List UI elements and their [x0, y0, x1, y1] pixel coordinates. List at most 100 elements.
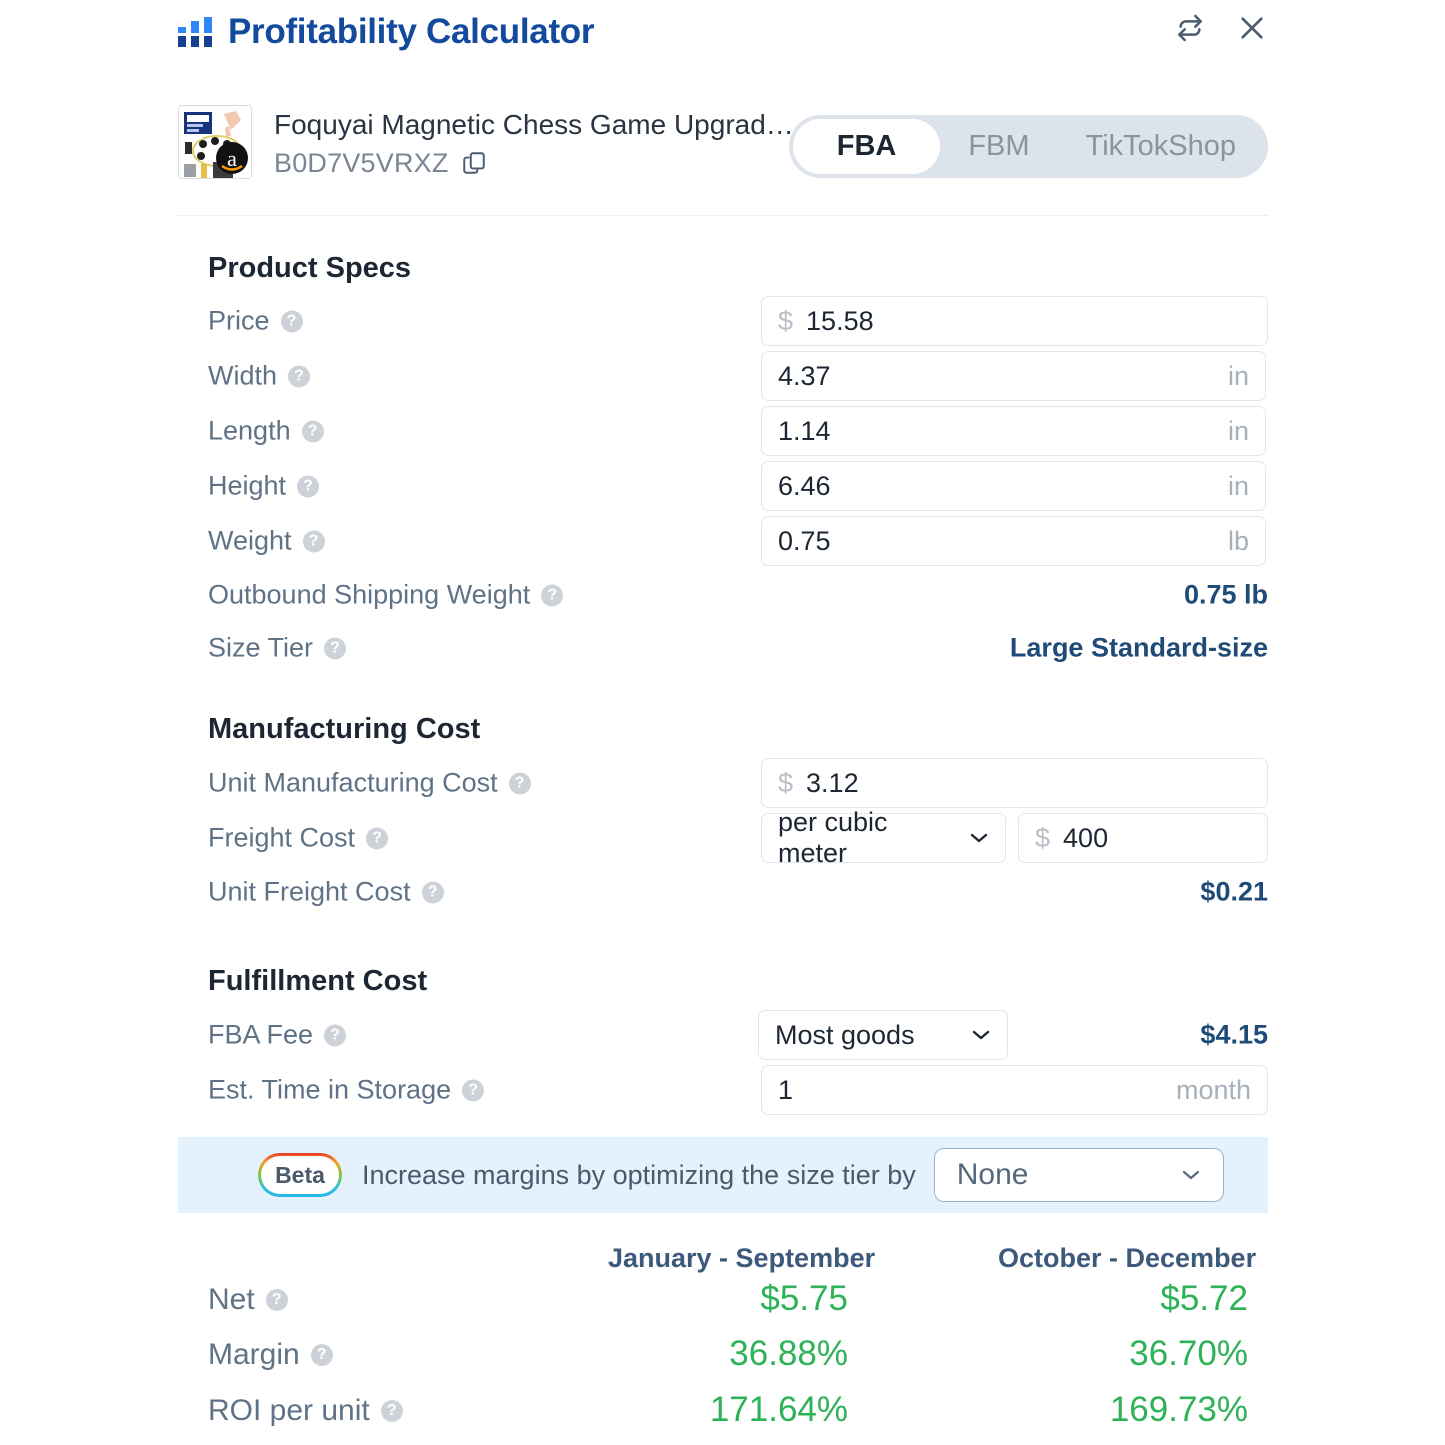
freight-cost-mode-select[interactable]: per cubic meter	[761, 807, 1006, 868]
svg-text:a: a	[227, 146, 237, 171]
fba-fee-select[interactable]: Most goods	[758, 1010, 1008, 1060]
refresh-icon[interactable]	[1174, 12, 1206, 44]
width-value: 4.37	[778, 360, 831, 391]
freight-cost-mode-value: per cubic meter	[778, 807, 888, 868]
channel-toggle[interactable]: FBA FBM TikTokShop	[788, 115, 1268, 178]
storage-time-unit: month	[1175, 1074, 1251, 1105]
length-input[interactable]: 1.14 in	[761, 406, 1266, 456]
results-roi-oct-dec: 169.73%	[1109, 1390, 1248, 1429]
width-unit: in	[1227, 360, 1249, 391]
help-icon[interactable]: ?	[302, 530, 325, 552]
weight-unit: lb	[1227, 525, 1249, 556]
dollar-sign: $	[778, 305, 794, 336]
help-icon[interactable]: ?	[310, 1344, 333, 1366]
tab-fba[interactable]: FBA	[792, 119, 941, 174]
fba-fee-value: $4.15	[1200, 1019, 1268, 1050]
label-umc-text: Unit Manufacturing Cost	[208, 767, 498, 798]
label-height-text: Height	[208, 470, 287, 501]
label-length: Length ?	[208, 416, 324, 447]
outbound-shipping-weight-value: 0.75 lb	[1183, 579, 1268, 610]
row-freight-cost: Freight Cost ? per cubic meter $ 400	[208, 807, 1268, 868]
unit-manufacturing-cost-value: 3.12	[806, 767, 859, 798]
results-label-net-text: Net	[208, 1283, 255, 1316]
label-unit-freight-cost: Unit Freight Cost ?	[208, 877, 444, 908]
freight-cost-input[interactable]: $ 400	[1018, 813, 1268, 863]
price-input[interactable]: $ 15.58	[761, 296, 1268, 346]
label-size-tier-text: Size Tier	[208, 632, 314, 663]
dollar-sign: $	[1035, 822, 1051, 853]
size-tier-value: Large Standard-size	[1009, 632, 1268, 663]
label-width: Width ?	[208, 360, 311, 392]
unit-manufacturing-cost-input[interactable]: $ 3.12	[761, 758, 1268, 808]
label-height: Height ?	[208, 470, 320, 502]
close-icon[interactable]	[1236, 12, 1268, 44]
dollar-sign: $	[778, 767, 794, 798]
help-icon[interactable]: ?	[301, 420, 324, 442]
label-size-tier: Size Tier ?	[208, 632, 347, 664]
section-title-product-specs: Product Specs	[208, 252, 412, 284]
row-width: Width ? 4.37 in	[208, 351, 1268, 401]
product-meta: Foquyai Magnetic Chess Game Upgrade... B…	[274, 106, 794, 179]
width-input[interactable]: 4.37 in	[761, 351, 1266, 401]
help-icon[interactable]: ?	[297, 475, 320, 497]
results-row-label-net: Net ?	[208, 1283, 288, 1317]
weight-input[interactable]: 0.75 lb	[761, 516, 1266, 566]
bar-chart-icon	[178, 17, 212, 47]
results-margin-jan-sep: 36.88%	[729, 1334, 848, 1373]
tab-tiktokshop[interactable]: TikTokShop	[1058, 119, 1264, 174]
height-input[interactable]: 6.46 in	[761, 461, 1266, 511]
chevron-down-icon	[1182, 1170, 1199, 1180]
help-icon[interactable]: ?	[508, 772, 531, 794]
row-size-tier: Size Tier ? Large Standard-size	[208, 623, 1268, 673]
help-icon[interactable]: ?	[280, 310, 303, 332]
header-actions	[1174, 12, 1268, 44]
results-label-margin-text: Margin	[208, 1338, 300, 1371]
tab-fbm[interactable]: FBM	[940, 119, 1057, 174]
est-time-in-storage-input[interactable]: 1 month	[761, 1065, 1268, 1115]
freight-cost-value: 400	[1063, 822, 1109, 853]
weight-value: 0.75	[778, 525, 831, 556]
results-row-label-margin: Margin ?	[208, 1338, 333, 1372]
label-fba-fee-text: FBA Fee	[208, 1019, 314, 1050]
results-roi-jan-sep: 171.64%	[709, 1390, 848, 1429]
page-title: Profitability Calculator	[228, 12, 595, 51]
row-weight: Weight ? 0.75 lb	[208, 516, 1268, 566]
chevron-down-icon	[972, 1030, 990, 1040]
label-price-text: Price	[208, 305, 270, 336]
label-width-text: Width	[208, 360, 278, 391]
copy-icon[interactable]	[461, 150, 487, 176]
height-unit: in	[1227, 470, 1249, 501]
results-net-jan-sep: $5.75	[760, 1279, 848, 1318]
help-icon[interactable]: ?	[265, 1289, 288, 1311]
beta-badge: Beta	[258, 1153, 342, 1197]
label-ufc-text: Unit Freight Cost	[208, 876, 411, 907]
help-icon[interactable]: ?	[288, 365, 311, 387]
help-icon[interactable]: ?	[462, 1079, 485, 1101]
chevron-down-icon	[970, 833, 988, 843]
row-height: Height ? 6.46 in	[208, 461, 1268, 511]
unit-freight-cost-value: $0.21	[1200, 876, 1268, 907]
label-storage-text: Est. Time in Storage	[208, 1074, 452, 1105]
row-length: Length ? 1.14 in	[208, 406, 1268, 456]
results-label-roi-text: ROI per unit	[208, 1394, 370, 1427]
results-column-header-1: January - September	[608, 1243, 876, 1273]
help-icon[interactable]: ?	[380, 1400, 403, 1422]
help-icon[interactable]: ?	[421, 881, 444, 903]
help-icon[interactable]: ?	[324, 637, 347, 659]
results-margin-oct-dec: 36.70%	[1129, 1334, 1248, 1373]
product-title: Foquyai Magnetic Chess Game Upgrade...	[274, 108, 794, 140]
help-icon[interactable]: ?	[541, 584, 564, 606]
label-weight: Weight ?	[208, 526, 325, 557]
results-net-oct-dec: $5.72	[1160, 1279, 1248, 1318]
help-icon[interactable]: ?	[366, 827, 389, 849]
label-weight-text: Weight	[208, 525, 292, 556]
size-tier-optimizer-value: None	[956, 1158, 1029, 1191]
length-unit: in	[1227, 415, 1249, 446]
price-value: 15.58	[806, 305, 874, 336]
label-freight-cost: Freight Cost ?	[208, 823, 389, 854]
row-unit-freight-cost: Unit Freight Cost ? $0.21	[208, 867, 1268, 917]
profitability-calculator-panel: Profitability Calculator a Foquyai Magne…	[178, 0, 1268, 1445]
label-unit-manufacturing-cost: Unit Manufacturing Cost ?	[208, 768, 531, 799]
size-tier-optimizer-select[interactable]: None	[933, 1148, 1224, 1202]
help-icon[interactable]: ?	[324, 1024, 347, 1046]
